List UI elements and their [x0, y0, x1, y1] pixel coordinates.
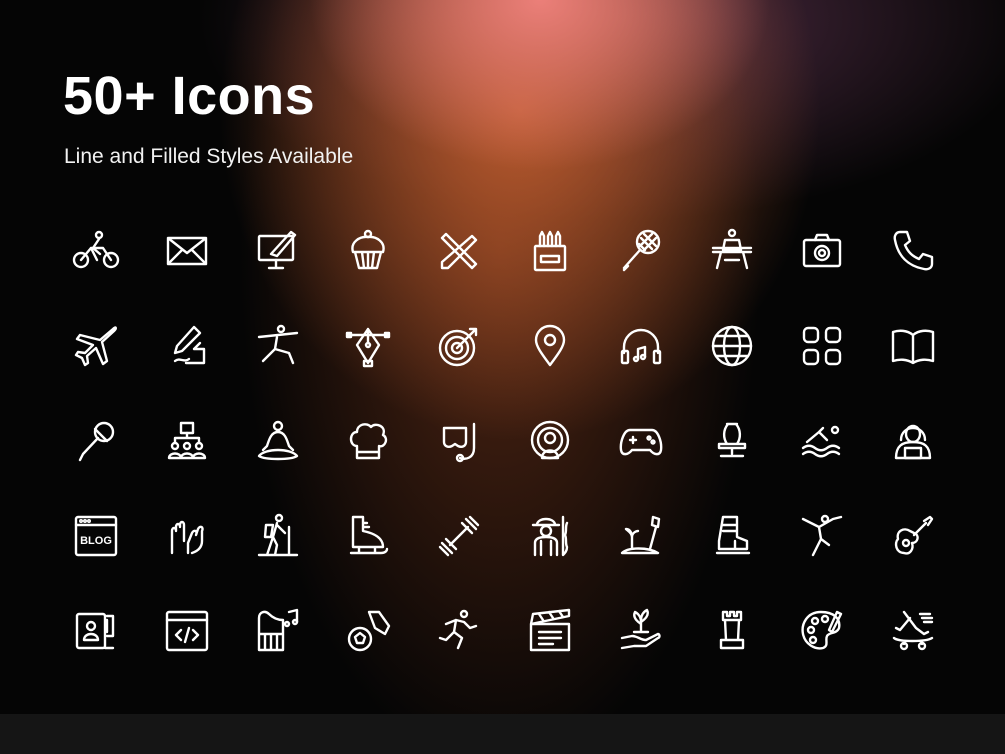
skateboard-icon: [890, 608, 936, 654]
headphones-icon: [618, 323, 664, 369]
globe-icon: [709, 323, 755, 369]
yoga-warrior-icon: [255, 323, 301, 369]
cupcake-icon: [345, 228, 391, 274]
ice-skate-icon: [345, 513, 391, 559]
pen-tool-icon: [345, 323, 391, 369]
mail-icon: [164, 228, 210, 274]
pottery-icon: [709, 418, 755, 464]
running-icon: [436, 608, 482, 654]
apps-grid-icon: [799, 323, 845, 369]
airplane-icon: [73, 323, 119, 369]
microphone-icon: [73, 418, 119, 464]
digital-painting-icon: [255, 228, 301, 274]
pencil-ruler-icon: [436, 228, 482, 274]
hacker-icon: [890, 418, 936, 464]
plant-hand-icon: [618, 608, 664, 654]
swimming-icon: [799, 418, 845, 464]
guitar-icon: [890, 513, 936, 559]
camera-icon: [799, 228, 845, 274]
phone-icon: [890, 228, 936, 274]
palette-icon: [799, 608, 845, 654]
piano-icon: [255, 608, 301, 654]
chef-hat-icon: [345, 418, 391, 464]
blog-icon-label: BLOG: [80, 535, 112, 547]
blog-icon: BLOG: [73, 513, 119, 559]
page-title: 50+ Icons: [63, 66, 316, 126]
gamepad-icon: [618, 418, 664, 464]
hero-banner: 50+ Icons Line and Filled Styles Availab…: [0, 0, 1005, 714]
dumbbell-icon: [436, 513, 482, 559]
page-subtitle: Line and Filled Styles Available: [64, 145, 354, 168]
chess-rook-icon: [709, 608, 755, 654]
tennis-racket-icon: [618, 228, 664, 274]
live-stream-icon: [527, 418, 573, 464]
icon-grid: BLOG: [73, 228, 936, 654]
cycling-icon: [73, 228, 119, 274]
hiking-icon: [255, 513, 301, 559]
soccer-icon: [345, 608, 391, 654]
signature-icon: [164, 323, 210, 369]
code-window-icon: [164, 608, 210, 654]
location-pin-icon: [527, 323, 573, 369]
open-book-icon: [890, 323, 936, 369]
gymnast-icon: [709, 228, 755, 274]
team-icon: [164, 418, 210, 464]
selfie-stick-icon: [73, 608, 119, 654]
crayons-icon: [527, 228, 573, 274]
climber-icon: [527, 513, 573, 559]
meditation-icon: [255, 418, 301, 464]
snorkel-mask-icon: [436, 418, 482, 464]
high-five-icon: [164, 513, 210, 559]
ballet-icon: [799, 513, 845, 559]
footer-bar: [0, 714, 1005, 754]
clapperboard-icon: [527, 608, 573, 654]
ski-boot-icon: [709, 513, 755, 559]
gardening-icon: [618, 513, 664, 559]
target-icon: [436, 323, 482, 369]
